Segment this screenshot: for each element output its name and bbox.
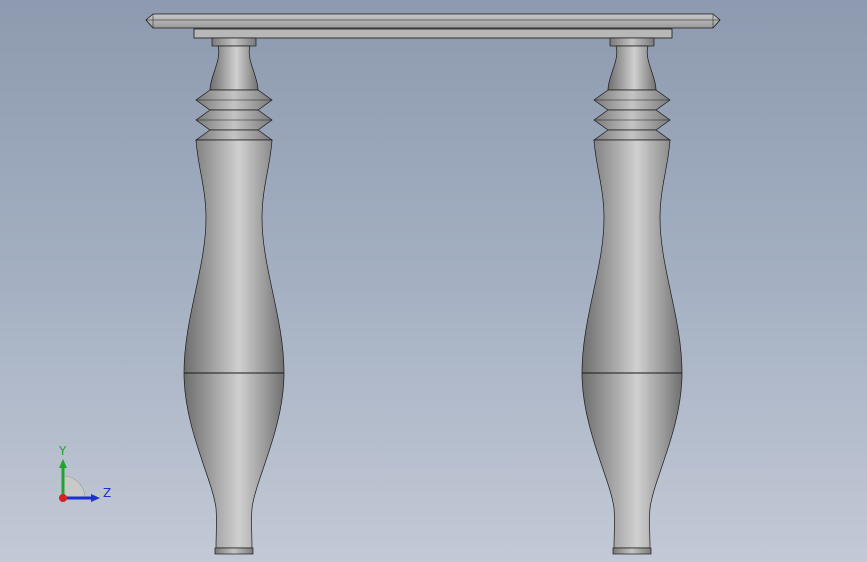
z-axis-arrow [91, 494, 100, 502]
table-apron[interactable] [193, 28, 673, 39]
left-leg[interactable] [183, 37, 285, 555]
y-axis-arrow [59, 459, 67, 468]
y-axis-label: Y [58, 444, 67, 458]
right-leg[interactable] [581, 37, 683, 555]
graphics-viewport[interactable]: Y Z [0, 0, 867, 562]
z-axis-label: Z [103, 486, 111, 500]
reference-triad: Y Z [58, 444, 111, 502]
x-axis-dot [59, 494, 67, 502]
table-top[interactable] [145, 13, 721, 29]
model-view[interactable] [0, 0, 867, 562]
